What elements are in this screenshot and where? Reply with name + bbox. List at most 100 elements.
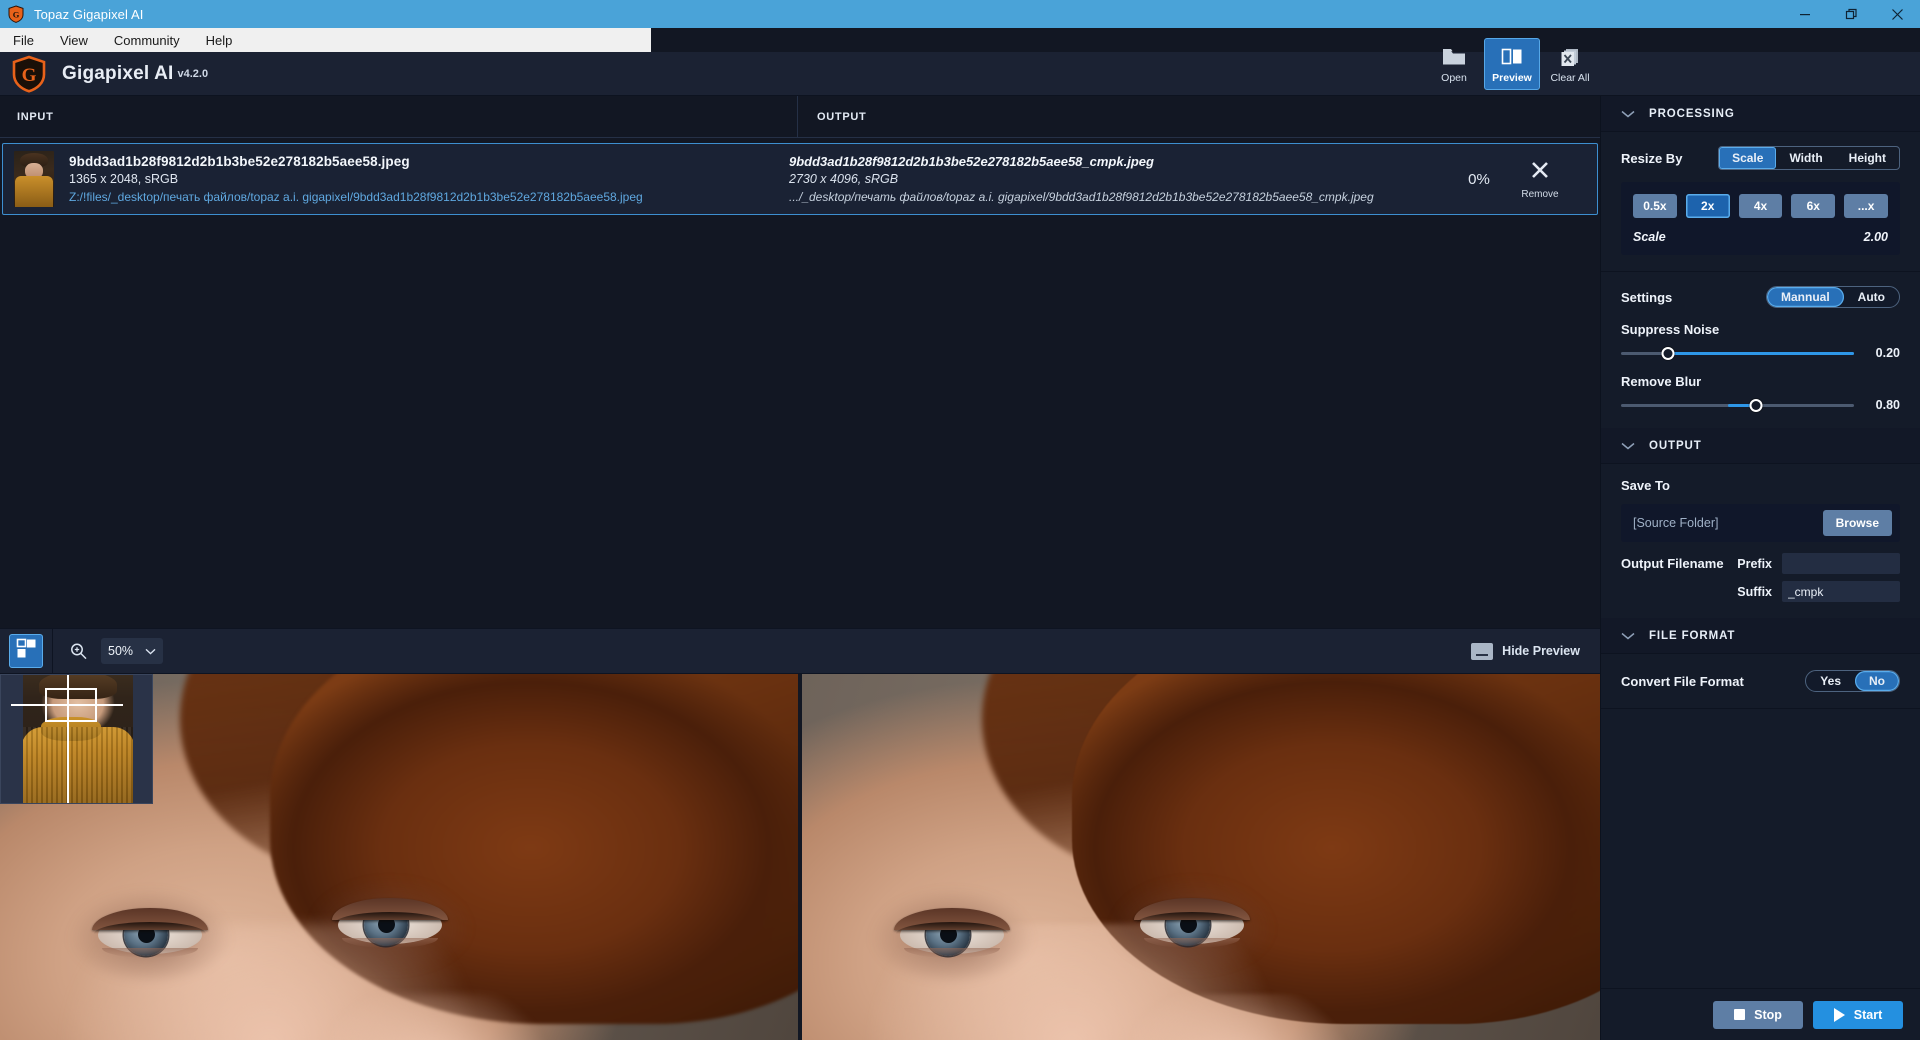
- toolbar-divider: [52, 628, 53, 674]
- preview-image: [802, 674, 1600, 1040]
- split-compare-icon: [16, 638, 37, 664]
- photo-nose: [1132, 994, 1362, 1040]
- navigator-viewport-rect[interactable]: [45, 688, 97, 722]
- remove-x-icon: [1529, 159, 1551, 186]
- convert-yes[interactable]: Yes: [1806, 671, 1855, 691]
- clear-all-button[interactable]: Clear All: [1542, 38, 1598, 90]
- suppress-noise-knob[interactable]: [1661, 346, 1675, 360]
- navigator-sweater: [23, 717, 133, 803]
- input-path[interactable]: Z:/!files/_desktop/печать файлов/topaz a…: [69, 190, 789, 204]
- remove-blur-label: Remove Blur: [1621, 374, 1702, 389]
- photo-left-eye: [870, 888, 1034, 980]
- close-icon[interactable]: [1874, 0, 1920, 28]
- prefix-label: Prefix: [1737, 556, 1772, 571]
- brand-name: Gigapixel AI: [62, 62, 174, 84]
- remove-blur-slider[interactable]: 0.80: [1621, 398, 1900, 412]
- output-path: .../_desktop/печать файлов/topaz a.i. gi…: [789, 190, 1374, 204]
- action-bar: Stop Start: [1601, 988, 1920, 1040]
- start-button[interactable]: Start: [1813, 1000, 1903, 1029]
- input-dimensions: 1365 x 2048, sRGB: [69, 172, 179, 186]
- input-file-info: 9bdd3ad1b28f9812d2b1b3be52e278182b5aee58…: [69, 154, 789, 204]
- menu-item-view[interactable]: View: [47, 28, 101, 52]
- minimize-icon[interactable]: [1782, 0, 1828, 28]
- remove-label: Remove: [1521, 188, 1559, 200]
- list-header: INPUT OUTPUT: [0, 96, 1600, 138]
- settings-manual[interactable]: Mannual: [1767, 287, 1844, 307]
- scale-button-0-5x[interactable]: 0.5x: [1633, 194, 1677, 218]
- scale-value-row: Scale 2.00: [1633, 230, 1888, 244]
- save-to-label: Save To: [1621, 478, 1670, 493]
- scale-button-custom[interactable]: ...x: [1844, 194, 1888, 218]
- section-divider: [1601, 271, 1920, 272]
- convert-file-format-pill: Yes No: [1805, 670, 1900, 692]
- resize-by-height[interactable]: Height: [1836, 147, 1899, 169]
- navigator-sweater-ribs: [23, 727, 133, 803]
- main-area: INPUT OUTPUT 9bdd3ad1b28f9812d2b1b3be52e…: [0, 96, 1600, 1040]
- output-filename-label: Output Filename: [1621, 556, 1724, 571]
- remove-blur-track[interactable]: [1621, 398, 1854, 412]
- zoom-level-select[interactable]: 50%: [101, 638, 163, 664]
- navigator-thumbnail[interactable]: [0, 674, 153, 804]
- scale-button-6x[interactable]: 6x: [1791, 194, 1836, 218]
- resize-by-scale[interactable]: Scale: [1719, 147, 1777, 169]
- svg-text:G: G: [13, 9, 20, 19]
- gigapixel-logo-icon: G: [10, 55, 48, 93]
- save-to-box: [Source Folder] Browse: [1621, 504, 1900, 542]
- menu-item-community[interactable]: Community: [101, 28, 193, 52]
- chevron-down-icon: [1621, 110, 1635, 118]
- zoom-level-value: 50%: [108, 644, 134, 658]
- remove-blur-block: Remove Blur 0.80: [1601, 374, 1920, 412]
- preview-button[interactable]: Preview: [1484, 38, 1540, 90]
- preview-pane[interactable]: Preview: [802, 674, 1600, 1040]
- magnifier-plus-icon[interactable]: [67, 642, 89, 661]
- scale-buttons: 0.5x 2x 4x 6x ...x: [1633, 194, 1888, 218]
- file-format-title: FILE FORMAT: [1649, 629, 1736, 642]
- open-button[interactable]: Open: [1426, 38, 1482, 90]
- stop-button[interactable]: Stop: [1713, 1000, 1803, 1029]
- top-toolbar: Open Preview Clear All: [1426, 38, 1598, 96]
- resize-by-width[interactable]: Width: [1776, 147, 1835, 169]
- processing-title: PROCESSING: [1649, 107, 1735, 120]
- stop-icon: [1734, 1009, 1746, 1020]
- processing-section-header[interactable]: PROCESSING: [1601, 96, 1920, 132]
- menu-item-help[interactable]: Help: [193, 28, 246, 52]
- convert-no[interactable]: No: [1855, 671, 1899, 691]
- brand-version: v4.2.0: [177, 67, 209, 80]
- progress-percent: 0%: [1468, 170, 1490, 188]
- remove-blur-value: 0.80: [1875, 398, 1900, 412]
- scale-button-4x[interactable]: 4x: [1738, 194, 1783, 218]
- output-dimensions: 2730 x 4096, sRGB: [789, 172, 899, 186]
- prefix-input[interactable]: [1782, 553, 1900, 574]
- empty-list-area: [0, 217, 1600, 628]
- remove-blur-knob[interactable]: [1749, 398, 1763, 412]
- browse-button[interactable]: Browse: [1822, 510, 1892, 536]
- suffix-label: Suffix: [1737, 584, 1772, 599]
- hide-preview-button[interactable]: Hide Preview: [1471, 642, 1580, 660]
- app-logo-icon: G: [7, 5, 25, 23]
- suppress-noise-slider[interactable]: 0.20: [1621, 346, 1900, 360]
- suppress-noise-value: 0.20: [1875, 346, 1900, 360]
- resize-by-row: Resize By Scale Width Height: [1601, 146, 1920, 170]
- remove-button[interactable]: Remove: [1509, 159, 1571, 200]
- photo-nose: [330, 994, 560, 1040]
- split-compare-button[interactable]: [9, 634, 43, 668]
- title-bar: G Topaz Gigapixel AI: [0, 0, 1920, 28]
- menu-item-file[interactable]: File: [0, 28, 47, 52]
- resize-by-label: Resize By: [1621, 150, 1683, 166]
- table-row[interactable]: 9bdd3ad1b28f9812d2b1b3be52e278182b5aee58…: [2, 143, 1598, 215]
- output-section-header[interactable]: OUTPUT: [1601, 428, 1920, 464]
- restore-icon[interactable]: [1828, 0, 1874, 28]
- settings-auto[interactable]: Auto: [1844, 287, 1899, 307]
- chevron-down-icon: [145, 642, 156, 660]
- file-format-section-header[interactable]: FILE FORMAT: [1601, 618, 1920, 654]
- suppress-noise-track[interactable]: [1621, 346, 1854, 360]
- suppress-noise-label: Suppress Noise: [1621, 322, 1720, 337]
- save-to-value: [Source Folder]: [1633, 516, 1719, 530]
- hide-preview-icon: [1471, 642, 1494, 660]
- preview-toolbar: 50% Hide Preview: [0, 628, 1600, 674]
- suffix-input[interactable]: [1782, 581, 1900, 602]
- settings-label: Settings: [1621, 289, 1673, 305]
- resize-by-segmented: Scale Width Height: [1718, 146, 1900, 170]
- scale-button-2x[interactable]: 2x: [1685, 194, 1730, 218]
- section-divider-bottom: [1601, 708, 1920, 709]
